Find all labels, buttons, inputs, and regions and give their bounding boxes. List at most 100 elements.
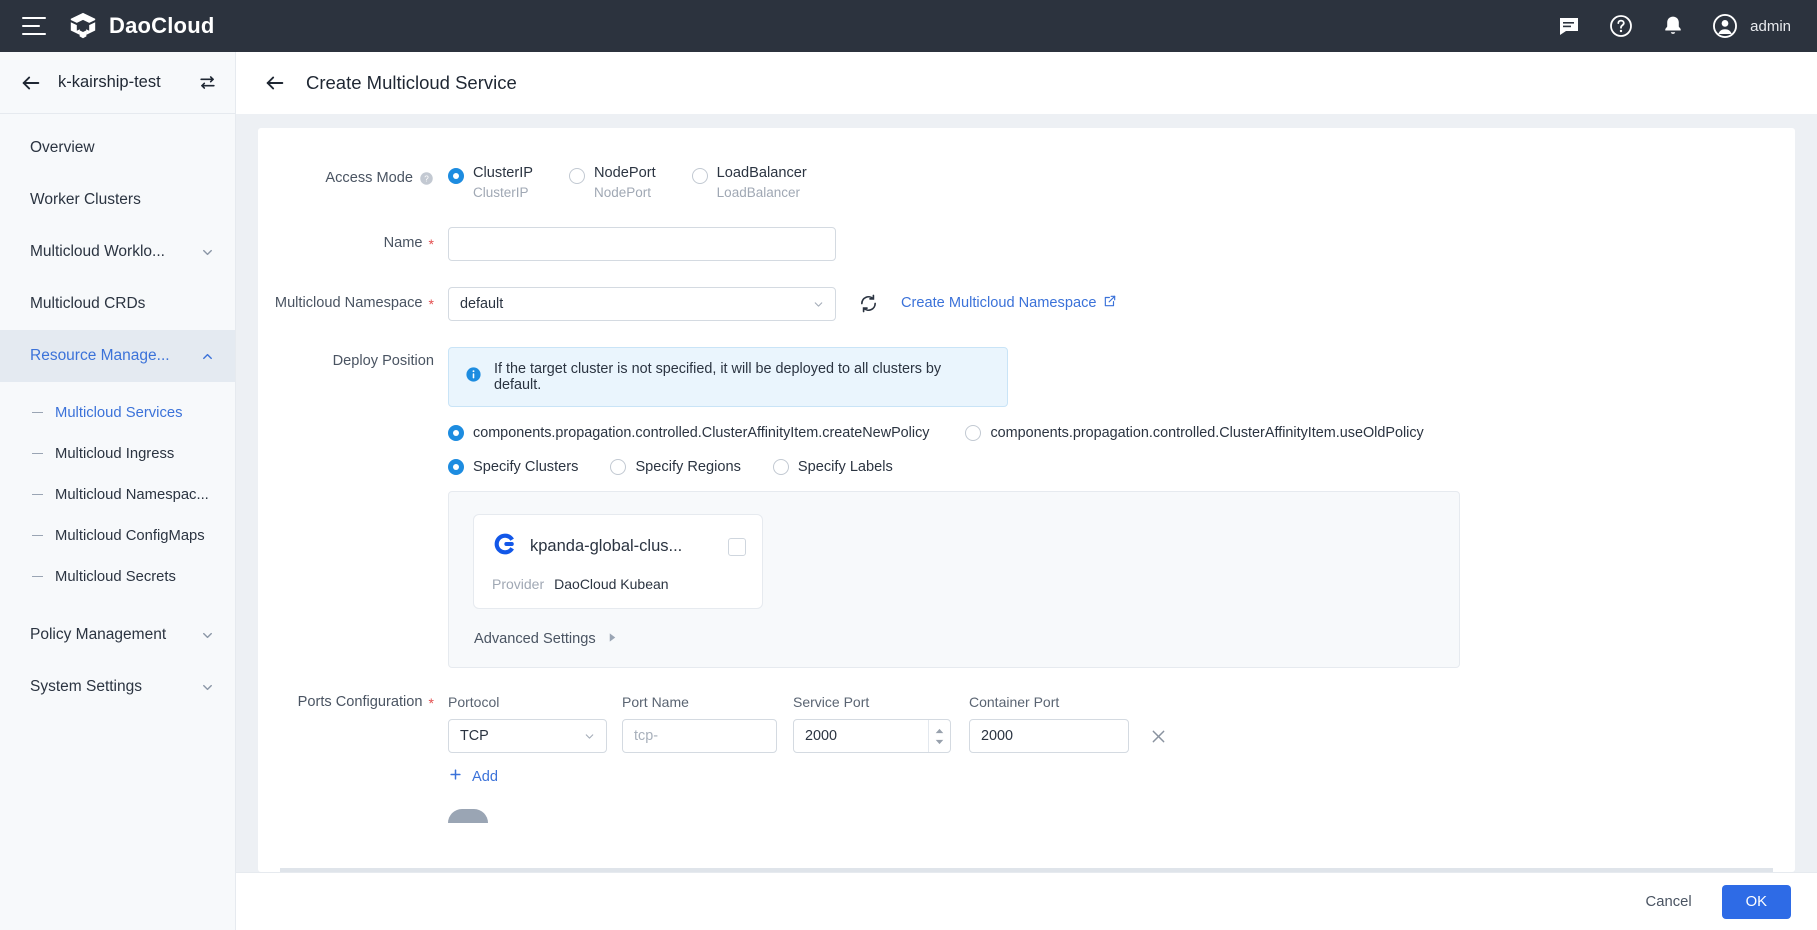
column-header-protocol: Portocol xyxy=(448,694,607,710)
service-port-wrap xyxy=(793,719,951,753)
sidebar-item-overview[interactable]: Overview xyxy=(0,122,235,174)
namespace-label: Multicloud Namespace * xyxy=(258,287,448,311)
radio-subtitle: NodePort xyxy=(594,184,656,201)
cluster-name: kpanda-global-clus... xyxy=(530,537,716,556)
cluster-card[interactable]: kpanda-global-clus... Provider DaoCloud … xyxy=(473,514,763,609)
service-port-stepper[interactable] xyxy=(928,720,950,752)
page-header: Create Multicloud Service xyxy=(236,52,1817,114)
radio-indicator xyxy=(448,425,464,441)
info-banner: If the target cluster is not specified, … xyxy=(448,347,1008,407)
provider-label: Provider xyxy=(492,576,544,592)
radio-access-mode-clusterip[interactable]: ClusterIP ClusterIP xyxy=(448,165,533,201)
chat-icon[interactable] xyxy=(1556,13,1582,39)
namespace-select[interactable]: default xyxy=(448,287,836,321)
dash-icon xyxy=(32,535,43,537)
radio-title: ClusterIP xyxy=(473,165,533,182)
ok-button[interactable]: OK xyxy=(1722,885,1791,919)
sidebar-item-label: Multicloud Worklo... xyxy=(30,243,192,261)
access-mode-label: Access Mode ? xyxy=(258,162,448,186)
protocol-select[interactable]: TCP xyxy=(448,719,607,753)
sidebar-item-system-settings[interactable]: System Settings xyxy=(0,661,235,713)
radio-access-mode-nodeport[interactable]: NodePort NodePort xyxy=(569,165,656,201)
radio-indicator xyxy=(569,168,585,184)
back-arrow-icon[interactable] xyxy=(20,72,42,94)
radio-indicator xyxy=(448,459,464,475)
protocol-select-wrap: TCP xyxy=(448,719,607,753)
port-name-wrap xyxy=(622,719,777,753)
radio-specify-clusters[interactable]: Specify Clusters xyxy=(448,459,578,475)
column-header-container-port: Container Port xyxy=(969,694,1129,710)
sidebar-item-multicloud-namespaces[interactable]: Multicloud Namespac... xyxy=(0,474,235,515)
form-canvas: Access Mode ? ClusterIP ClusterIP xyxy=(236,114,1817,872)
column-header-port-name: Port Name xyxy=(622,694,777,710)
close-icon[interactable] xyxy=(1149,727,1168,746)
radio-title: LoadBalancer xyxy=(717,165,807,182)
daocloud-cube-icon xyxy=(68,11,98,41)
name-label: Name * xyxy=(258,227,448,251)
partial-toggle-shape xyxy=(448,809,488,823)
access-mode-label-text: Access Mode xyxy=(325,170,413,186)
name-input[interactable] xyxy=(448,227,836,261)
question-circle-icon[interactable]: ? xyxy=(419,170,434,186)
container-port-input[interactable] xyxy=(969,719,1129,753)
sidebar-item-multicloud-configmaps[interactable]: Multicloud ConfigMaps xyxy=(0,515,235,556)
username-label: admin xyxy=(1750,18,1791,35)
radio-access-mode-loadbalancer[interactable]: LoadBalancer LoadBalancer xyxy=(692,165,807,201)
access-mode-row: Access Mode ? ClusterIP ClusterIP xyxy=(258,162,1795,201)
radio-policy-use-old[interactable]: components.propagation.controlled.Cluste… xyxy=(965,425,1423,441)
next-section-partial xyxy=(448,809,1795,823)
advanced-settings-toggle[interactable]: Advanced Settings xyxy=(474,631,1459,647)
sidebar: k-kairship-test Overview Worker Clusters… xyxy=(0,52,236,930)
name-row: Name * xyxy=(258,227,1795,261)
radio-specify-labels[interactable]: Specify Labels xyxy=(773,459,893,475)
add-port-button[interactable]: Add xyxy=(448,767,498,786)
sidebar-nav: Overview Worker Clusters Multicloud Work… xyxy=(0,114,235,930)
sidebar-item-worker-clusters[interactable]: Worker Clusters xyxy=(0,174,235,226)
radio-indicator xyxy=(773,459,789,475)
sidebar-item-multicloud-workloads[interactable]: Multicloud Worklo... xyxy=(0,226,235,278)
avatar[interactable] xyxy=(1712,13,1738,39)
deploy-position-label: Deploy Position xyxy=(258,347,448,369)
dash-icon xyxy=(32,576,43,578)
ports-label: Ports Configuration * xyxy=(258,694,448,710)
help-icon[interactable] xyxy=(1608,13,1634,39)
deploy-position-label-text: Deploy Position xyxy=(333,353,434,369)
svg-text:?: ? xyxy=(424,174,429,183)
sidebar-item-multicloud-services[interactable]: Multicloud Services xyxy=(0,392,235,433)
chevron-down-icon xyxy=(200,245,215,260)
radio-policy-create-new[interactable]: components.propagation.controlled.Cluste… xyxy=(448,425,929,441)
cancel-button[interactable]: Cancel xyxy=(1640,886,1698,918)
footer-actions: Cancel OK xyxy=(236,872,1817,930)
dash-icon xyxy=(32,412,43,414)
specify-options: Specify Clusters Specify Regions Specify… xyxy=(448,459,1460,475)
create-multicloud-namespace-link[interactable]: Create Multicloud Namespace xyxy=(901,294,1117,312)
hamburger-icon[interactable] xyxy=(22,17,46,35)
brand-logo[interactable]: DaoCloud xyxy=(68,11,214,41)
protocol-value: TCP xyxy=(460,728,489,744)
refresh-icon[interactable] xyxy=(858,293,879,314)
sidebar-subitem-label: Multicloud Secrets xyxy=(55,569,176,585)
caret-up-icon xyxy=(935,728,944,734)
radio-subtitle: ClusterIP xyxy=(473,184,533,201)
bell-icon[interactable] xyxy=(1660,13,1686,39)
sidebar-item-resource-management[interactable]: Resource Manage... xyxy=(0,330,235,382)
sidebar-item-policy-management[interactable]: Policy Management xyxy=(0,609,235,661)
cluster-card-header: kpanda-global-clus... xyxy=(492,531,746,562)
radio-specify-regions[interactable]: Specify Regions xyxy=(610,459,740,475)
sidebar-item-label: Resource Manage... xyxy=(30,347,192,365)
ports-label-text: Ports Configuration xyxy=(298,694,423,710)
deploy-position-row: Deploy Position If the target cluster is… xyxy=(258,347,1795,668)
sidebar-item-multicloud-crds[interactable]: Multicloud CRDs xyxy=(0,278,235,330)
switch-cluster-icon[interactable] xyxy=(198,73,217,92)
port-name-input[interactable] xyxy=(622,719,777,753)
page-back-icon[interactable] xyxy=(264,72,286,94)
cluster-checkbox[interactable] xyxy=(728,538,746,556)
sidebar-item-label: Worker Clusters xyxy=(30,191,215,209)
chevron-down-icon xyxy=(200,680,215,695)
kpanda-logo-icon xyxy=(492,531,518,562)
sidebar-item-multicloud-secrets[interactable]: Multicloud Secrets xyxy=(0,556,235,597)
sidebar-item-multicloud-ingress[interactable]: Multicloud Ingress xyxy=(0,433,235,474)
access-mode-options: ClusterIP ClusterIP NodePort NodePort xyxy=(448,162,843,201)
container-port-wrap xyxy=(969,719,1129,753)
add-port-label: Add xyxy=(472,769,498,785)
